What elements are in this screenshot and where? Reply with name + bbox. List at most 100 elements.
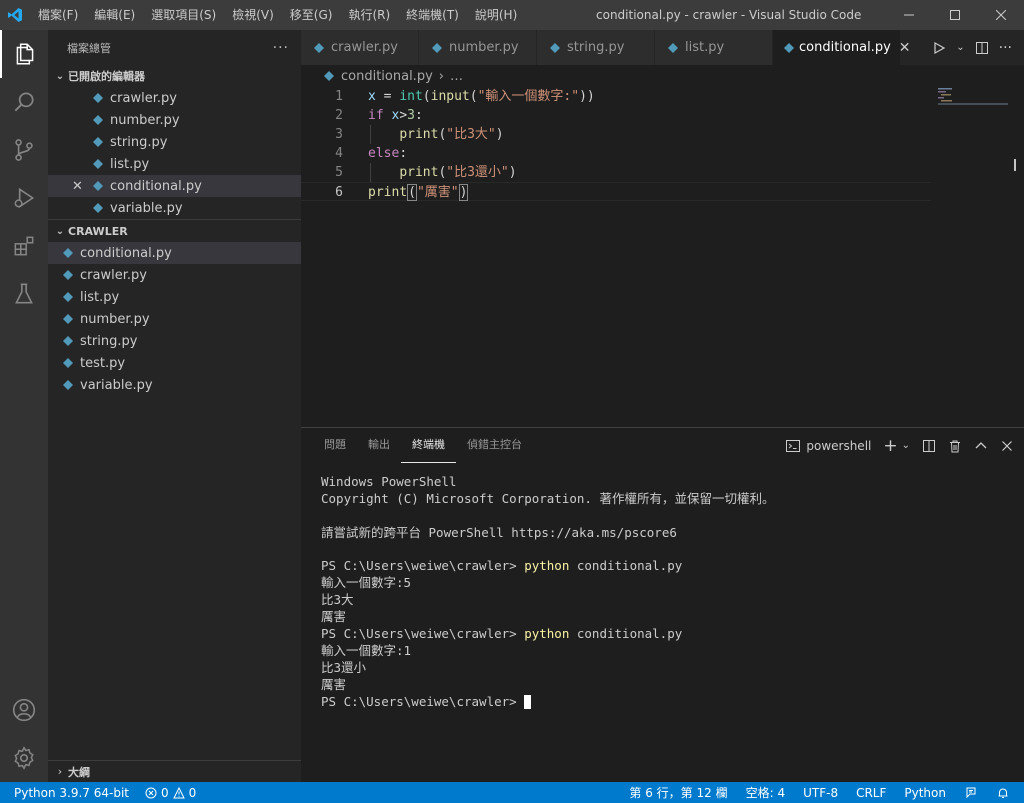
open-editor-item[interactable]: number.py [48, 109, 301, 131]
open-editor-item[interactable]: string.py [48, 131, 301, 153]
open-editor-item[interactable]: variable.py [48, 197, 301, 219]
code-line[interactable]: 2 if x>3: [301, 106, 931, 125]
tab-list[interactable]: list.py [655, 30, 773, 65]
terminal-line: 輸入一個數字:1 [321, 643, 774, 660]
file-tree-item[interactable]: crawler.py [48, 264, 301, 286]
file-tree-item[interactable]: list.py [48, 286, 301, 308]
new-terminal-icon[interactable]: + [883, 436, 897, 456]
settings-gear-icon[interactable] [0, 734, 48, 782]
breadcrumb-symbols[interactable]: … [450, 69, 463, 84]
menu-item[interactable]: 說明(H) [467, 0, 525, 30]
vscode-logo-icon[interactable] [0, 0, 30, 30]
close-window-icon[interactable] [978, 0, 1024, 30]
more-actions-icon[interactable]: ··· [273, 40, 289, 56]
code-token: ) [458, 184, 469, 201]
more-actions-icon[interactable]: ··· [999, 40, 1012, 56]
panel-tab[interactable]: 偵錯主控台 [456, 428, 533, 463]
menu-item[interactable]: 移至(G) [282, 0, 341, 30]
close-editor-icon[interactable]: ✕ [72, 179, 83, 194]
run-debug-icon[interactable] [0, 174, 48, 222]
file-tree-item[interactable]: string.py [48, 330, 301, 352]
menu-item[interactable]: 檔案(F) [30, 0, 86, 30]
maximize-panel-icon[interactable] [974, 439, 988, 453]
tab-conditional[interactable]: conditional.py ✕ [773, 30, 911, 65]
code-text: print("比3大") [368, 125, 503, 144]
file-label: crawler.py [80, 267, 147, 283]
code-text: else: [368, 144, 407, 163]
code-editor[interactable]: 1x = int(input("輸入一個數字:")) 2 if x>3: 3 prin… [301, 87, 1024, 427]
file-encoding[interactable]: UTF-8 [803, 786, 838, 800]
search-icon[interactable] [0, 78, 48, 126]
run-python-file-icon[interactable] [932, 41, 946, 55]
file-tree-item[interactable]: conditional.py [48, 242, 301, 264]
terminal-text: 比3還小 [321, 659, 367, 675]
open-editors-header[interactable]: ⌄ 已開啟的編輯器 [48, 65, 301, 87]
split-terminal-icon[interactable] [922, 439, 936, 453]
close-panel-icon[interactable] [1000, 439, 1014, 453]
code-line[interactable]: 5 print("比3還小") [301, 163, 931, 182]
open-editor-item[interactable]: ✕ conditional.py [48, 175, 301, 197]
extensions-icon[interactable] [0, 222, 48, 270]
minimap[interactable] [938, 87, 1013, 107]
terminal-command: python [524, 626, 570, 642]
terminal-dropdown-chevron-icon[interactable]: ⌄ [902, 440, 910, 451]
file-tree-item[interactable]: test.py [48, 352, 301, 374]
workspace-header[interactable]: ⌄ CRAWLER [48, 220, 301, 242]
python-file-icon [90, 156, 106, 172]
run-dropdown-chevron-icon[interactable]: ⌄ [956, 42, 964, 53]
feedback-icon[interactable] [964, 786, 978, 800]
tab-number[interactable]: number.py [419, 30, 537, 65]
code-token: else [368, 146, 400, 161]
terminal-shell-name[interactable]: powershell [806, 439, 871, 453]
terminal-line: 厲害 [321, 609, 774, 626]
code-token: if [368, 108, 384, 123]
language-mode[interactable]: Python [904, 786, 946, 800]
code-line[interactable]: 1x = int(input("輸入一個數字:")) [301, 87, 931, 106]
menu-item[interactable]: 編輯(E) [86, 0, 143, 30]
tab-crawler[interactable]: crawler.py [301, 30, 419, 65]
testing-icon[interactable] [0, 270, 48, 318]
file-tree-item[interactable]: number.py [48, 308, 301, 330]
code-token: "比3大" [446, 127, 496, 142]
menu-item[interactable]: 檢視(V) [224, 0, 282, 30]
indentation[interactable]: 空格: 4 [746, 784, 786, 801]
end-of-line[interactable]: CRLF [856, 786, 886, 800]
file-tree-item[interactable]: variable.py [48, 374, 301, 396]
split-editor-icon[interactable] [975, 41, 989, 55]
code-line[interactable]: 6 print("厲害") [301, 182, 931, 201]
breadcrumb-file[interactable]: conditional.py [341, 69, 433, 84]
menu-item[interactable]: 終端機(T) [398, 0, 467, 30]
source-control-icon[interactable] [0, 126, 48, 174]
maximize-icon[interactable] [932, 0, 978, 30]
tab-string[interactable]: string.py [537, 30, 655, 65]
explorer-icon[interactable] [0, 30, 48, 78]
warning-icon [172, 786, 185, 798]
code-token: > [399, 108, 408, 123]
kill-terminal-trash-icon[interactable] [948, 439, 962, 453]
panel-tab[interactable]: 問題 [313, 428, 357, 463]
code-token: x [368, 89, 376, 104]
terminal-text: 厲害 [321, 676, 347, 692]
python-file-icon [60, 377, 76, 393]
terminal-output[interactable]: Windows PowerShell Copyright (C) Microsof… [321, 474, 774, 710]
python-file-icon [311, 40, 327, 56]
menu-item[interactable]: 選取項目(S) [143, 0, 224, 30]
account-icon[interactable] [0, 686, 48, 734]
problems-summary[interactable]: 0 0 [145, 786, 196, 800]
menu-item[interactable]: 執行(R) [340, 0, 398, 30]
panel-tab[interactable]: 終端機 [401, 428, 456, 463]
outline-header[interactable]: › 大綱 [48, 760, 301, 782]
close-tab-icon[interactable]: ✕ [899, 40, 911, 56]
cursor-position[interactable]: 第 6 行，第 12 欄 [629, 784, 727, 801]
code-line[interactable]: 4 else: [301, 144, 931, 163]
minimize-icon[interactable] [886, 0, 932, 30]
open-editor-item[interactable]: crawler.py [48, 87, 301, 109]
notifications-bell-icon[interactable] [996, 786, 1010, 800]
code-token: print [399, 127, 439, 142]
code-line[interactable]: 3 print("比3大") [301, 125, 931, 144]
panel-tab[interactable]: 輸出 [357, 428, 401, 463]
tab-label: list.py [685, 40, 725, 55]
python-interpreter[interactable]: Python 3.9.7 64-bit [14, 786, 129, 800]
menu-bar: 檔案(F) 編輯(E) 選取項目(S) 檢視(V) 移至(G) 執行(R) 終端機(T) 說明… [30, 0, 525, 30]
open-editor-item[interactable]: list.py [48, 153, 301, 175]
